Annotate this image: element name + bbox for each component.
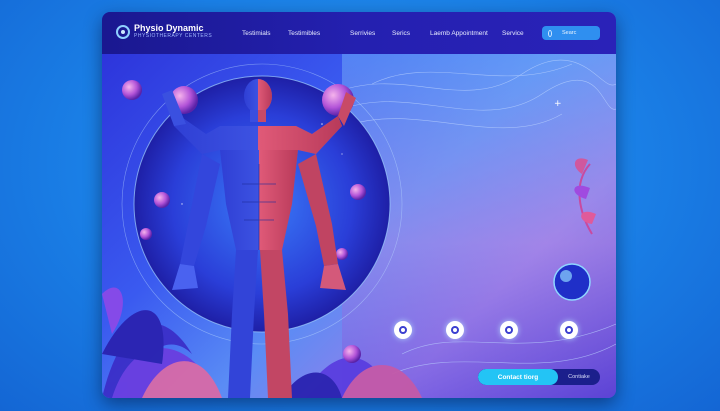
nav-item-service[interactable]: Service [502, 30, 524, 37]
massage-icon [399, 326, 407, 334]
brand-logo[interactable]: Physio Dynamic PHYSIOTHERAPY CENTERS [116, 23, 212, 40]
anatomy-figure [162, 79, 356, 398]
therapy-icon [565, 326, 573, 334]
nav-item-serics[interactable]: Serics [392, 30, 410, 37]
equipment-icon [505, 326, 513, 334]
service-massage-button[interactable] [394, 321, 412, 339]
service-equipment-button[interactable] [500, 321, 518, 339]
search-input[interactable] [560, 29, 600, 37]
hero-illustration: + [102, 54, 616, 398]
nav-item-appointment[interactable]: Laemb Appointment [430, 30, 488, 37]
nav-item-serrivies[interactable]: Serrivies [350, 30, 375, 37]
contact-button[interactable]: Contact tiorg [478, 369, 558, 385]
search-box[interactable] [542, 26, 600, 40]
service-therapy-button[interactable] [560, 321, 578, 339]
brand-subtitle: PHYSIOTHERAPY CENTERS [134, 33, 213, 39]
search-icon [548, 29, 552, 37]
logo-icon [116, 24, 130, 39]
glass-orb [553, 263, 591, 301]
secondary-button[interactable]: Contiake [558, 369, 600, 385]
nav-item-testimibles[interactable]: Testimibles [288, 30, 320, 37]
brand-title: Physio Dynamic [134, 23, 204, 33]
top-navigation-bar: Physio Dynamic PHYSIOTHERAPY CENTERS Tes… [102, 12, 616, 54]
browser-window: Physio Dynamic PHYSIOTHERAPY CENTERS Tes… [102, 12, 616, 398]
service-rehab-button[interactable] [446, 321, 464, 339]
rehab-icon [451, 326, 459, 334]
sparkle-icon: + [554, 99, 562, 109]
nav-item-testimials[interactable]: Testimials [242, 30, 271, 37]
contact-button-group: Contact tiorg Contiake [478, 369, 600, 385]
